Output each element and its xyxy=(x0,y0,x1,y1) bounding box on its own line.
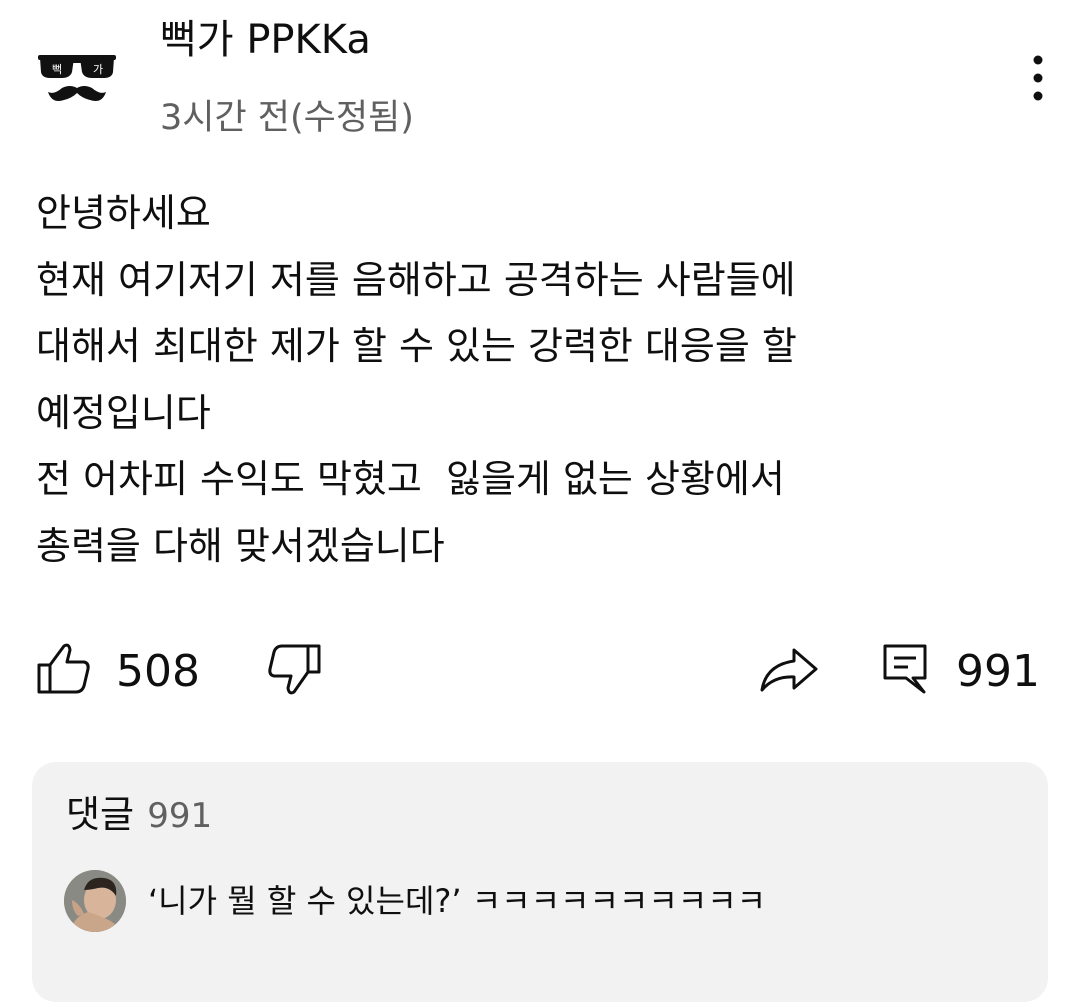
comments-header: 댓글 991 xyxy=(66,784,212,838)
like-count: 508 xyxy=(116,646,200,697)
sunglasses-mustache-logo: 뻑 가 xyxy=(38,55,116,101)
post-line: 총력을 다해 맞서겠습니다 xyxy=(36,523,445,568)
post-timestamp: 3시간 전(수정됨) xyxy=(160,98,414,138)
comments-panel[interactable]: 댓글 991 ‘니가 뭘 할 수 있는데?’ ㅋㅋㅋㅋㅋㅋㅋㅋㅋㅋ xyxy=(32,762,1048,1002)
post-line: 대해서 최대한 제가 할 수 있는 강력한 대응을 할 xyxy=(36,324,797,368)
thumb-up-icon xyxy=(37,643,90,694)
dislike-button[interactable] xyxy=(266,642,322,698)
svg-text:가: 가 xyxy=(93,63,103,76)
comments-title: 댓글 xyxy=(66,793,135,836)
post-line: 전 어차피 수익도 막혔고 잃을게 없는 상황에서 xyxy=(36,457,785,501)
commenter-avatar[interactable] xyxy=(64,870,126,932)
like-button[interactable] xyxy=(36,640,92,696)
more-options-button[interactable] xyxy=(1016,52,1060,104)
post-line: 예정입니다 xyxy=(36,390,211,435)
comment-count: 991 xyxy=(956,646,1040,697)
share-button[interactable] xyxy=(758,642,820,698)
comments-count: 991 xyxy=(147,796,213,836)
more-vert-icon xyxy=(1033,55,1043,101)
channel-name[interactable]: 뻑가 PPKKa xyxy=(160,14,371,66)
share-icon xyxy=(760,648,818,692)
top-comment-text: ‘니가 뭘 할 수 있는데?’ ㅋㅋㅋㅋㅋㅋㅋㅋㅋㅋ xyxy=(148,882,767,920)
post-line: 현재 여기저기 저를 음해하고 공격하는 사람들에 xyxy=(36,257,796,302)
commenter-photo xyxy=(64,870,126,932)
post-line: 안녕하세요 xyxy=(36,191,211,235)
svg-text:뻑: 뻑 xyxy=(52,63,62,76)
channel-avatar[interactable]: 뻑 가 xyxy=(36,48,120,108)
comment-button[interactable] xyxy=(880,642,930,694)
post-body: 안녕하세요 현재 여기저기 저를 음해하고 공격하는 사람들에 대해서 최대한 … xyxy=(36,180,1046,579)
thumb-down-icon xyxy=(268,644,321,695)
comment-icon xyxy=(883,644,927,694)
